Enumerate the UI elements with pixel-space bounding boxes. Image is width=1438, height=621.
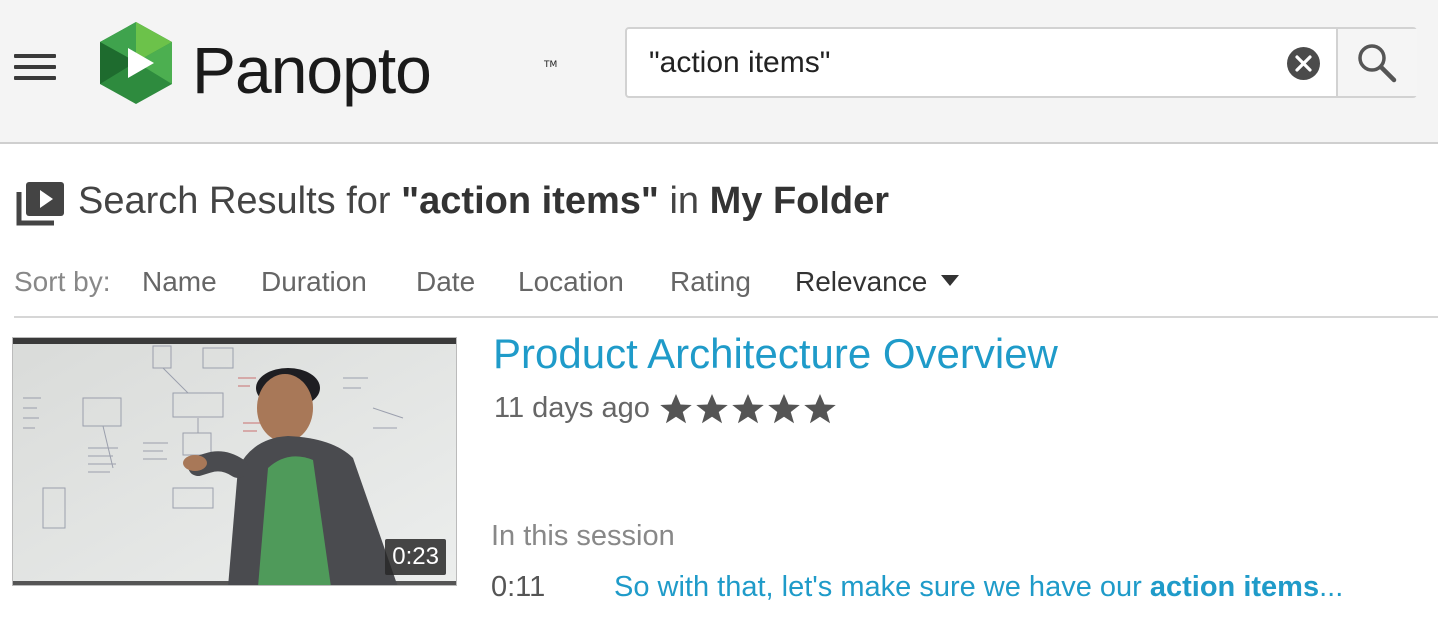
logo-text: Panopto xyxy=(192,33,432,107)
magnifier-icon xyxy=(1358,44,1397,83)
in-session-label: In this session xyxy=(491,520,675,552)
panopto-logo-mark-icon xyxy=(100,22,172,104)
star-icon xyxy=(768,394,800,424)
star-icon xyxy=(696,394,728,424)
search-box xyxy=(625,27,1417,98)
sort-relevance-label: Relevance xyxy=(795,266,928,297)
page-title: Search Results for "action items" in My … xyxy=(78,180,889,223)
session-title-link[interactable]: Product Architecture Overview xyxy=(493,330,1058,378)
caret-down-icon xyxy=(941,275,960,287)
star-icon xyxy=(804,394,836,424)
results-folder: My Folder xyxy=(709,180,890,222)
session-thumbnail[interactable]: 0:23 xyxy=(12,337,457,586)
logo-trademark: TM xyxy=(544,60,558,70)
sort-option-location[interactable]: Location xyxy=(518,266,624,298)
panopto-logo[interactable]: Panopto TM xyxy=(96,20,557,110)
clear-circle-icon xyxy=(1295,55,1312,72)
clear-search-button[interactable] xyxy=(1287,47,1320,80)
search-button[interactable] xyxy=(1336,29,1417,96)
sort-option-duration[interactable]: Duration xyxy=(261,266,367,298)
hamburger-menu-icon[interactable] xyxy=(14,52,56,82)
results-middle: in xyxy=(658,180,710,222)
hit-transcript-link[interactable]: So with that, let's make sure we have ou… xyxy=(614,571,1343,604)
top-header: Panopto TM xyxy=(0,0,1438,144)
star-icon xyxy=(660,394,692,424)
sort-option-name[interactable]: Name xyxy=(142,266,217,298)
search-input[interactable] xyxy=(649,43,1269,83)
sort-option-rating[interactable]: Rating xyxy=(670,266,751,298)
hit-timestamp[interactable]: 0:11 xyxy=(491,571,545,604)
hit-text-match: action items xyxy=(1149,571,1320,603)
hit-text-before: So with that, let's make sure we have ou… xyxy=(614,571,1150,603)
duration-badge: 0:23 xyxy=(385,539,446,575)
results-query: "action items" xyxy=(401,180,659,222)
results-prefix: Search Results for xyxy=(78,180,402,222)
star-icon xyxy=(732,394,764,424)
hit-text-after: ... xyxy=(1319,571,1344,603)
sort-option-relevance[interactable]: Relevance xyxy=(795,266,960,298)
star-rating[interactable] xyxy=(658,391,838,427)
sort-label: Sort by: xyxy=(14,266,111,297)
video-library-icon xyxy=(16,182,64,226)
sort-option-date[interactable]: Date xyxy=(416,266,475,298)
sort-bar: Sort by: Name Duration Date Location Rat… xyxy=(14,262,1438,318)
session-age: 11 days ago xyxy=(494,392,650,424)
